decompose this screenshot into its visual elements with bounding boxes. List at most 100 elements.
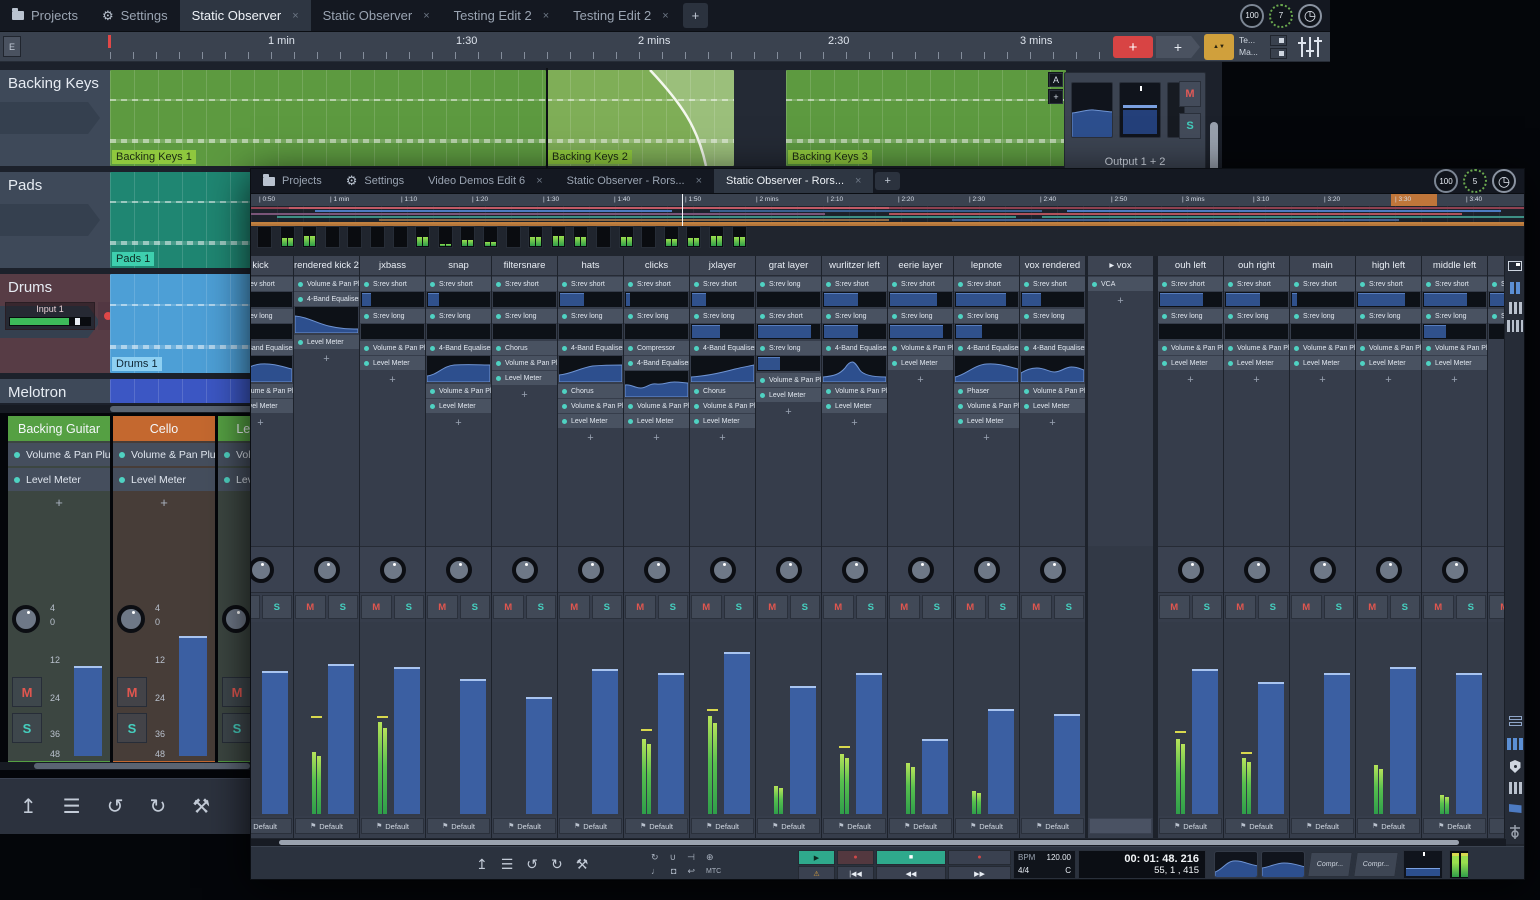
view-toggle-top-icon[interactable] bbox=[1270, 35, 1287, 46]
plugin-enabled-dot[interactable] bbox=[1426, 314, 1431, 319]
mute-button[interactable]: M bbox=[889, 595, 920, 619]
add-plugin-button[interactable]: + bbox=[1158, 371, 1223, 386]
clip-backing-keys-3[interactable]: Backing Keys 3 bbox=[786, 70, 1066, 166]
flag-icon[interactable] bbox=[1507, 804, 1523, 813]
wrench-icon[interactable]: ⚒ bbox=[576, 856, 589, 873]
plugin-enabled-dot[interactable] bbox=[628, 419, 633, 424]
plugin-enabled-dot[interactable] bbox=[1492, 282, 1497, 287]
view-toggle-bottom-icon[interactable] bbox=[1270, 48, 1287, 59]
solo-button[interactable]: S bbox=[222, 713, 250, 743]
mute-button[interactable]: M bbox=[1423, 595, 1454, 619]
mixer-tab-video-demos-edit-6[interactable]: Video Demos Edit 6× bbox=[416, 169, 554, 193]
midi-icon[interactable]: ⊕ bbox=[706, 852, 714, 863]
plugin-row-volume-pan-plugin[interactable]: Volume & Pan Plugin bbox=[756, 373, 821, 387]
volume-fader-bar[interactable] bbox=[592, 669, 618, 814]
solo-button[interactable]: S bbox=[1258, 595, 1289, 619]
automation-button[interactable]: ▲▼ bbox=[1204, 34, 1234, 60]
send-level-box[interactable] bbox=[691, 324, 754, 339]
plugin-enabled-dot[interactable] bbox=[1360, 314, 1365, 319]
pan-knob[interactable] bbox=[1040, 557, 1066, 583]
plugin-row-level-meter[interactable]: Level Meter bbox=[218, 468, 250, 491]
volume-fader-bar[interactable] bbox=[1390, 667, 1416, 814]
meters-view-icon[interactable] bbox=[1507, 738, 1523, 750]
volume-fader-bar[interactable] bbox=[262, 671, 288, 814]
plugin-enabled-dot[interactable] bbox=[298, 282, 303, 287]
plugin-row-s-rev-long[interactable]: S:rev long bbox=[251, 309, 293, 323]
add-plugin-button[interactable]: + bbox=[1088, 292, 1153, 307]
cpu-gauge[interactable]: 100 bbox=[1240, 4, 1264, 28]
mute-button[interactable]: M bbox=[757, 595, 788, 619]
plugin-row-s-rev-long[interactable]: S:rev long bbox=[558, 309, 623, 323]
master-eq-thumbnail[interactable] bbox=[1071, 82, 1113, 138]
plugin-row-volume-pan-plugin[interactable]: Volume & Pan Plugin bbox=[690, 399, 755, 413]
plugin-row-s-rev-long[interactable]: S:rev long bbox=[690, 309, 755, 323]
mute-button[interactable]: M bbox=[559, 595, 590, 619]
plugin-enabled-dot[interactable] bbox=[1092, 282, 1097, 287]
plugin-enabled-dot[interactable] bbox=[562, 419, 567, 424]
track-io-chevron[interactable] bbox=[0, 102, 100, 134]
upload-icon[interactable]: ↥ bbox=[476, 856, 488, 873]
eq-curve-thumbnail[interactable] bbox=[295, 307, 358, 333]
plugin-enabled-dot[interactable] bbox=[430, 346, 435, 351]
plugin-row-4-band-equaliser[interactable]: 4-Band Equaliser bbox=[426, 341, 491, 355]
return-icon[interactable]: ↩ bbox=[687, 866, 695, 877]
plugin-row-s-rev-short[interactable]: S:rev short bbox=[624, 277, 689, 291]
plugin-enabled-dot[interactable] bbox=[1024, 389, 1029, 394]
plugin-enabled-dot[interactable] bbox=[958, 404, 963, 409]
add-plugin-button[interactable]: + bbox=[1020, 414, 1085, 429]
plugin-enabled-dot[interactable] bbox=[562, 282, 567, 287]
arrange-tab-testing-edit-2[interactable]: Testing Edit 2× bbox=[442, 0, 561, 31]
plugin-enabled-dot[interactable] bbox=[958, 282, 963, 287]
pan-knob[interactable] bbox=[117, 605, 145, 633]
plugin-row-4-band-equaliser[interactable]: 4-Band Equaliser bbox=[954, 341, 1019, 355]
compressor-button[interactable]: Compr... bbox=[1307, 852, 1353, 877]
send-level-box[interactable] bbox=[251, 292, 292, 307]
volume-fader-bar[interactable] bbox=[460, 679, 486, 814]
plugin-enabled-dot[interactable] bbox=[562, 314, 567, 319]
mixer-timeline-ruler[interactable]: | 0:50| 1 min| 1:10| 1:20| 1:30| 1:40| 1… bbox=[251, 194, 1525, 206]
plugin-row-s-rev-short[interactable]: S:rev short bbox=[1224, 277, 1289, 291]
plugin-row-s-rev-short[interactable]: S:rev short bbox=[1290, 277, 1355, 291]
plugin-row-volume-pan-plugin[interactable]: Volume & Pan Plugin bbox=[624, 399, 689, 413]
plugin-enabled-dot[interactable] bbox=[430, 389, 435, 394]
add-plugin-button[interactable]: + bbox=[1224, 371, 1289, 386]
add-plugin-button[interactable]: + bbox=[1356, 371, 1421, 386]
plugin-row-s-rev-short[interactable]: S:rev short bbox=[822, 277, 887, 291]
send-level-box[interactable] bbox=[625, 292, 688, 307]
plugin-row-level-meter[interactable]: Level Meter bbox=[954, 414, 1019, 428]
plugin-row-volume-pan-plugin[interactable]: Volume & Pan Plugin bbox=[1158, 341, 1223, 355]
plugin-enabled-dot[interactable] bbox=[364, 361, 369, 366]
eq-curve-thumbnail[interactable] bbox=[823, 356, 886, 382]
solo-button[interactable]: S bbox=[526, 595, 557, 619]
pan-knob[interactable] bbox=[1244, 557, 1270, 583]
metronome-icon[interactable]: ♩ bbox=[651, 866, 660, 877]
arrange-tab-testing-edit-2[interactable]: Testing Edit 2× bbox=[561, 0, 680, 31]
mixer-strip-cello[interactable]: CelloVolume & Pan PluginLevel Meter+MS40… bbox=[113, 416, 215, 764]
preset-default-button[interactable]: ⚑Default bbox=[295, 818, 358, 834]
plugin-enabled-dot[interactable] bbox=[562, 346, 567, 351]
volume-fader-bar[interactable] bbox=[724, 652, 750, 814]
mixer-tab-static-observer-rors-[interactable]: Static Observer - Rors...× bbox=[555, 169, 714, 193]
compressor-button-2[interactable]: Compr... bbox=[1353, 852, 1399, 877]
solo-button[interactable]: S bbox=[856, 595, 887, 619]
channel-strip-jxlayer[interactable]: jxlayerS:rev shortS:rev long4-Band Equal… bbox=[690, 256, 755, 838]
plugin-row-level-meter[interactable]: Level Meter bbox=[113, 468, 215, 491]
plugin-row-4-band-equaliser[interactable]: 4-Band Equaliser bbox=[1020, 341, 1085, 355]
plugin-enabled-dot[interactable] bbox=[1162, 314, 1167, 319]
close-icon[interactable]: × bbox=[423, 10, 429, 22]
undo-icon[interactable]: ↺ bbox=[526, 856, 538, 873]
plugin-enabled-dot[interactable] bbox=[628, 282, 633, 287]
close-icon[interactable]: × bbox=[855, 175, 861, 187]
plugin-enabled-dot[interactable] bbox=[826, 282, 831, 287]
send-level-box[interactable] bbox=[1021, 324, 1084, 339]
return-to-start-button[interactable]: |◀◀ bbox=[837, 866, 874, 880]
plugin-enabled-dot[interactable] bbox=[826, 404, 831, 409]
preset-default-button[interactable]: ⚑Default bbox=[625, 818, 688, 834]
plugin-enabled-dot[interactable] bbox=[496, 282, 501, 287]
add-plugin-button[interactable]: + bbox=[113, 491, 215, 513]
plugin-row-s-rev-short[interactable]: S:rev short bbox=[1422, 277, 1487, 291]
plugin-enabled-dot[interactable] bbox=[1360, 361, 1365, 366]
plugin-row-4-band-equaliser[interactable]: 4-Band Equaliser bbox=[690, 341, 755, 355]
add-plugin-button[interactable]: + bbox=[8, 491, 110, 513]
plugin-row-volume-pan-plugin[interactable]: Volume & Pan Plugin bbox=[360, 341, 425, 355]
